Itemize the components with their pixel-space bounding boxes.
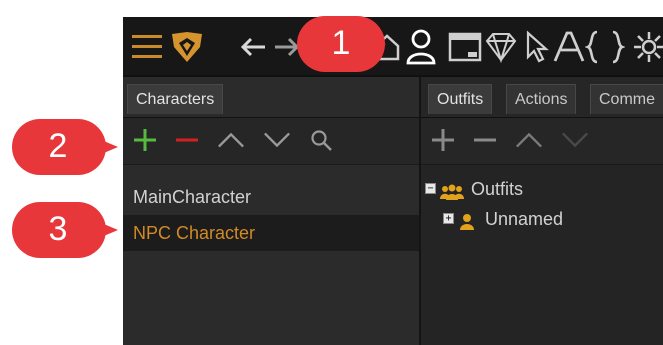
- expand-toggle-icon[interactable]: +: [443, 213, 454, 224]
- tree-row-unnamed[interactable]: + Unnamed: [421, 207, 663, 237]
- outfits-tree: − Outfits + Unnamed: [421, 177, 663, 237]
- callout-number: 2: [48, 127, 68, 165]
- logo-icon: [167, 27, 207, 67]
- characters-panel: Characters MainCharacter NPC Character: [123, 77, 420, 345]
- collapse-toggle-icon[interactable]: −: [425, 183, 436, 194]
- menu-icon[interactable]: [127, 27, 167, 67]
- settings-icon[interactable]: [629, 27, 663, 67]
- outfits-panel: Outfits Actions Comme − Outfits + Unname…: [421, 77, 663, 345]
- tab-characters[interactable]: Characters: [127, 84, 224, 114]
- editor-window: Characters MainCharacter NPC Character O…: [123, 17, 663, 345]
- tree-label-unnamed: Unnamed: [485, 209, 564, 229]
- add-character-button[interactable]: [131, 126, 159, 154]
- callout-number: 1: [331, 24, 351, 62]
- callout-badge-2: 2: [10, 117, 120, 177]
- outfits-actionbar: [421, 118, 663, 165]
- character-icon[interactable]: [399, 27, 443, 67]
- tree-row-outfits[interactable]: − Outfits: [421, 177, 663, 207]
- group-icon: [440, 184, 464, 200]
- callout-number: 3: [48, 210, 68, 248]
- dialog-icon[interactable]: [445, 27, 485, 67]
- callout-badge-3: 3: [10, 200, 120, 260]
- main-toolbar: [123, 17, 663, 75]
- outfit-move-down-button[interactable]: [561, 126, 589, 154]
- characters-tabbar: Characters: [123, 77, 420, 118]
- move-down-button[interactable]: [263, 126, 291, 154]
- diamond-icon[interactable]: [481, 27, 521, 67]
- list-item-npc-character[interactable]: NPC Character: [123, 215, 420, 251]
- braces-icon[interactable]: [585, 27, 625, 67]
- character-list: MainCharacter NPC Character: [123, 179, 420, 251]
- characters-actionbar: [123, 118, 420, 165]
- tree-label-outfits: Outfits: [471, 179, 524, 199]
- outfits-tabbar: Outfits Actions Comme: [421, 77, 663, 118]
- person-icon: [460, 214, 474, 230]
- tab-outfits[interactable]: Outfits: [428, 84, 493, 114]
- outfit-move-up-button[interactable]: [515, 126, 543, 154]
- remove-outfit-button[interactable]: [471, 126, 499, 154]
- tab-comments[interactable]: Comme: [590, 84, 663, 114]
- add-outfit-button[interactable]: [429, 126, 457, 154]
- remove-character-button[interactable]: [173, 126, 201, 154]
- font-icon[interactable]: [549, 27, 589, 67]
- search-button[interactable]: [307, 126, 335, 154]
- list-item-main-character[interactable]: MainCharacter: [123, 179, 420, 215]
- tab-actions[interactable]: Actions: [506, 84, 577, 114]
- move-up-button[interactable]: [217, 126, 245, 154]
- callout-badge-1: 1: [295, 14, 387, 74]
